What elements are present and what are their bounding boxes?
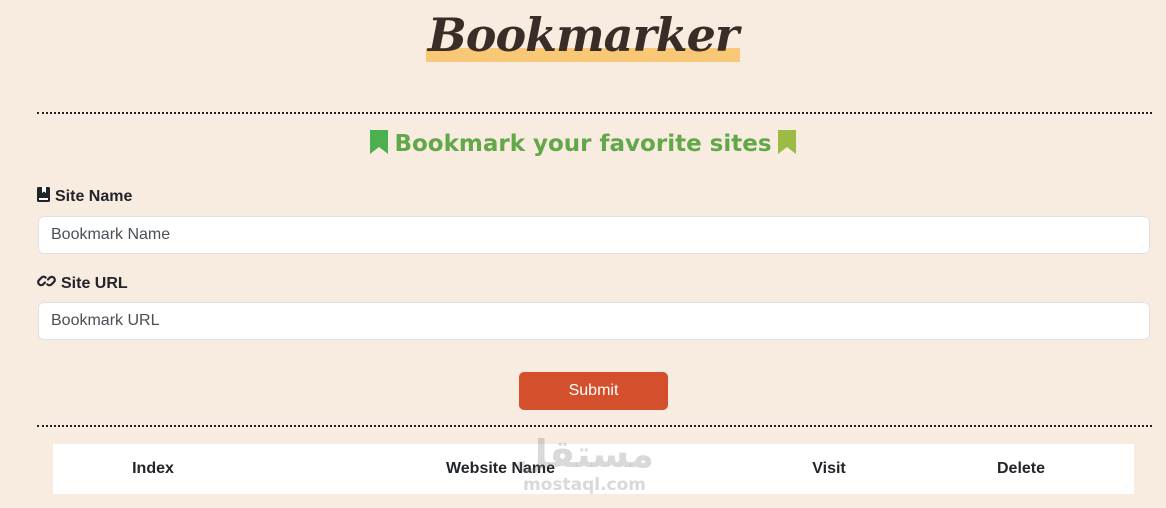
header: Bookmarker — [0, 6, 1166, 64]
site-name-label-text: Site Name — [55, 188, 133, 205]
table-header-delete: Delete — [996, 460, 1046, 477]
link-icon — [37, 273, 56, 294]
table-header-website-name: Website Name — [445, 460, 556, 477]
brand-title: Bookmarker — [427, 8, 739, 62]
table-header-visit: Visit — [812, 460, 846, 477]
site-name-label: Site Name — [37, 187, 132, 207]
submit-button[interactable]: Submit — [519, 372, 668, 410]
site-url-input[interactable] — [38, 302, 1150, 340]
bookmark-icon — [370, 130, 389, 160]
site-name-input[interactable] — [38, 216, 1150, 254]
page: Bookmarker Bookmark your favorite sites … — [0, 0, 1166, 508]
bottom-divider — [37, 425, 1152, 427]
top-divider — [37, 112, 1152, 114]
brand-logo: Bookmarker — [425, 6, 741, 64]
bookmark-icon — [777, 130, 796, 160]
site-url-label-text: Site URL — [61, 274, 128, 292]
table-header-index: Index — [132, 460, 174, 477]
subtitle-text: Bookmark your favorite sites — [394, 131, 772, 157]
book-icon — [37, 187, 50, 207]
site-url-label: Site URL — [37, 273, 128, 294]
form-subtitle: Bookmark your favorite sites — [0, 130, 1166, 160]
bookmarks-table: Index Website Name Visit Delete — [53, 444, 1134, 494]
